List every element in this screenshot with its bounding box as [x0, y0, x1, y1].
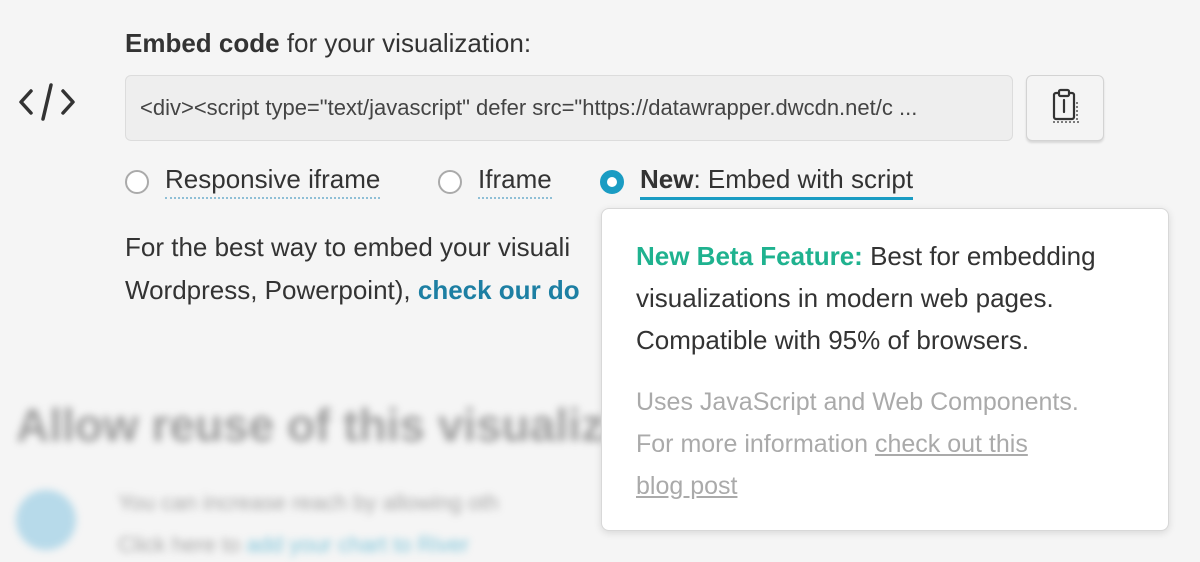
blog-post-link[interactable]: blog post — [636, 472, 737, 500]
radio-iframe[interactable]: Iframe — [438, 164, 552, 199]
section-text: You can increase reach by allowing oth — [118, 490, 499, 515]
radio-label: Iframe — [478, 164, 552, 199]
embed-code-field[interactable]: <div><script type="text/javascript" defe… — [125, 75, 1013, 141]
beta-feature-tooltip: New Beta Feature: Best for embedding vis… — [601, 208, 1169, 531]
radio-responsive-iframe[interactable]: Responsive iframe — [125, 164, 381, 199]
docs-link[interactable]: check our do — [418, 275, 580, 305]
radio-embed-with-script[interactable]: New: Embed with script — [600, 164, 914, 200]
river-icon — [16, 490, 76, 550]
radio-button[interactable] — [438, 169, 462, 194]
radio-button-selected[interactable] — [600, 170, 624, 194]
copy-button[interactable] — [1026, 75, 1104, 141]
river-link[interactable]: add your chart to River — [246, 532, 469, 557]
reuse-section-blurred: Allow reuse of this visualiza You can in… — [0, 380, 700, 562]
section-text: Click here to add your chart to River — [118, 532, 469, 557]
tooltip-description: New Beta Feature: Best for embedding vis… — [636, 241, 1096, 355]
embed-help-text: For the best way to embed your visuali W… — [125, 232, 580, 305]
code-icon — [18, 78, 76, 126]
tooltip-note: Uses JavaScript and Web Components. For … — [636, 388, 1079, 500]
radio-label: New: Embed with script — [640, 164, 914, 200]
embed-code-heading: Embed code for your visualization: — [125, 28, 532, 58]
section-heading: Allow reuse of this visualiza — [16, 399, 630, 451]
clipboard-icon — [1050, 88, 1080, 129]
blog-post-link[interactable]: check out this — [875, 430, 1028, 458]
radio-label: Responsive iframe — [165, 164, 381, 199]
radio-button[interactable] — [125, 169, 149, 194]
